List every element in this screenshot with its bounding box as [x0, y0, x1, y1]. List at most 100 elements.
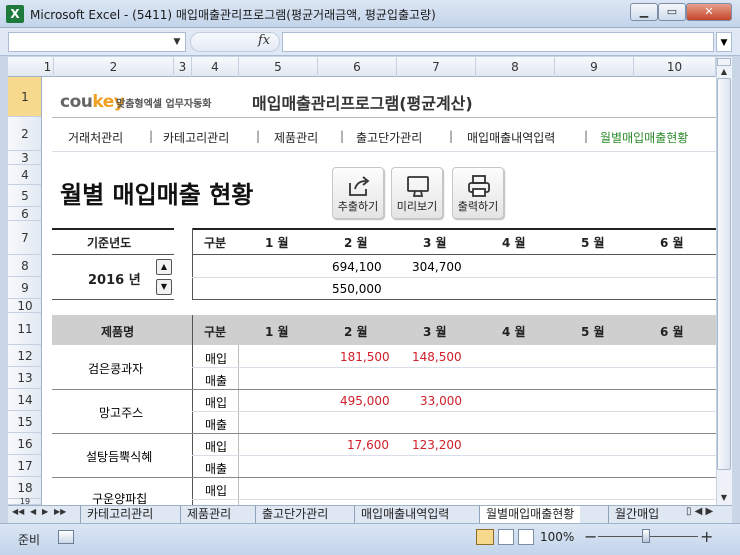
column-header[interactable]: 3	[174, 57, 192, 77]
row-header[interactable]: 5	[8, 185, 41, 207]
sheet-tab[interactable]: 월간매입	[608, 506, 697, 523]
first-sheet-icon[interactable]: ◀◀	[12, 507, 24, 516]
close-button[interactable]: ✕	[686, 3, 732, 21]
row-header[interactable]: 7	[8, 221, 41, 255]
row-header[interactable]: 8	[8, 255, 41, 277]
row-header[interactable]: 16	[8, 433, 41, 455]
product-name[interactable]: 설탕듬뿍식혜	[86, 448, 152, 465]
buy-value[interactable]: 123,200	[412, 438, 462, 452]
column-header[interactable]: 5	[239, 57, 318, 77]
status-ready: 준비	[18, 533, 41, 547]
vertical-scroll-thumb[interactable]	[717, 78, 731, 470]
scroll-up-arrow-icon[interactable]: ▲	[717, 66, 731, 78]
last-sheet-icon[interactable]: ▶▶	[54, 507, 66, 516]
column-header[interactable]: 1	[42, 57, 54, 77]
minimize-button[interactable]: ▁	[630, 3, 658, 21]
expand-formula-bar-button[interactable]: ▼	[716, 32, 732, 52]
buy-value[interactable]: 17,600	[347, 438, 389, 452]
summary-value[interactable]: 304,700	[412, 260, 462, 274]
column-header[interactable]: 8	[476, 57, 555, 77]
row-header[interactable]: 18	[8, 477, 41, 499]
zoom-slider-thumb[interactable]	[642, 529, 650, 543]
export-button-label: 추출하기	[337, 200, 379, 213]
column-header[interactable]: 9	[555, 57, 634, 77]
zoom-in-button[interactable]: +	[700, 527, 713, 546]
summary-value[interactable]: 694,100	[332, 260, 382, 274]
sheet-tab[interactable]: 제품관리	[180, 506, 237, 523]
page-break-view-icon[interactable]	[518, 529, 534, 545]
row-header[interactable]: 3	[8, 151, 41, 165]
row-header[interactable]: 14	[8, 389, 41, 411]
year-up-spinner[interactable]: ▲	[156, 259, 172, 275]
column-header[interactable]: 6	[318, 57, 397, 77]
sheet-tab[interactable]: 매입매출내역입력	[354, 506, 455, 523]
excel-app-icon[interactable]: X	[6, 5, 24, 23]
row-header[interactable]: 2	[8, 117, 41, 151]
sell-label: 매출	[205, 418, 228, 432]
zoom-level[interactable]: 100%	[540, 530, 574, 544]
sheet-tab[interactable]: 출고단가관리	[255, 506, 334, 523]
column-header[interactable]: 2	[54, 57, 174, 77]
print-button[interactable]: 출력하기	[452, 167, 504, 219]
sell-label: 매출	[205, 462, 228, 476]
row-header[interactable]: 1	[8, 77, 41, 117]
nav-link-transaction-entry[interactable]: 매입매출내역입력	[467, 129, 555, 146]
preview-button-label: 미리보기	[396, 200, 438, 213]
summary-value[interactable]: 550,000	[332, 282, 382, 296]
product-name[interactable]: 구운양파칩	[92, 490, 147, 505]
nav-link-clients[interactable]: 거래처관리	[68, 129, 123, 146]
formula-input[interactable]	[282, 32, 714, 52]
tab-scroll-handle[interactable]: ▯ ◀ ▶	[686, 506, 713, 517]
row-header[interactable]: 9	[8, 277, 41, 299]
split-box[interactable]	[717, 58, 731, 66]
nav-link-unit-price[interactable]: 출고단가관리	[356, 129, 422, 146]
nav-link-products[interactable]: 제품관리	[274, 129, 318, 146]
insert-function-icon[interactable]: fx	[258, 33, 270, 48]
page-layout-view-icon[interactable]	[498, 529, 514, 545]
column-header[interactable]: 7	[397, 57, 476, 77]
detail-month-header: 4 월	[502, 325, 526, 339]
product-name[interactable]: 망고주스	[99, 404, 143, 421]
prev-sheet-icon[interactable]: ◀	[30, 507, 36, 516]
row-header[interactable]: 17	[8, 455, 41, 477]
buy-value[interactable]: 148,500	[412, 350, 462, 364]
name-box[interactable]	[8, 32, 186, 52]
buy-value[interactable]: 495,000	[340, 394, 390, 408]
program-title: 매입매출관리프로그램(평균계산)	[252, 94, 473, 113]
product-name[interactable]: 검은콩과자	[88, 360, 143, 377]
buy-value[interactable]: 33,000	[420, 394, 462, 408]
next-sheet-icon[interactable]: ▶	[42, 507, 48, 516]
row-header[interactable]: 13	[8, 367, 41, 389]
chevron-down-icon[interactable]: ▼	[170, 32, 184, 52]
buy-label: 매입	[205, 352, 228, 366]
year-down-spinner[interactable]: ▼	[156, 279, 172, 295]
macro-record-icon[interactable]	[58, 530, 74, 544]
detail-gubun-header: 구분	[204, 325, 227, 339]
column-header[interactable]: 10	[634, 57, 716, 77]
row-header[interactable]: 6	[8, 207, 41, 221]
export-button[interactable]: 추출하기	[332, 167, 384, 219]
detail-month-header: 3 월	[423, 325, 447, 339]
row-header[interactable]: 15	[8, 411, 41, 433]
row-header[interactable]: 10	[8, 299, 41, 313]
base-year-value[interactable]: 2016 년	[88, 269, 141, 288]
nav-link-categories[interactable]: 카테고리관리	[163, 129, 229, 146]
worksheet-grid[interactable]: coukey 맞춤형엑셀 업무자동화 매입매출관리프로그램(평균계산) 거래처관…	[42, 77, 716, 505]
row-header[interactable]: 4	[8, 165, 41, 185]
preview-button[interactable]: 미리보기	[391, 167, 443, 219]
zoom-out-button[interactable]: −	[584, 527, 597, 546]
sheet-tab[interactable]: 카테고리관리	[80, 506, 159, 523]
sheet-tab-bar: ◀◀ ◀ ▶ ▶▶ 카테고리관리 제품관리 출고단가관리 매입매출내역입력 월별…	[8, 505, 732, 523]
summary-month-header: 6 월	[660, 236, 684, 250]
normal-view-icon[interactable]	[476, 529, 494, 545]
buy-value[interactable]: 181,500	[340, 350, 390, 364]
title-bar: X Microsoft Excel - (5411) 매입매출관리프로그램(평균…	[0, 0, 740, 28]
maximize-button[interactable]: ▭	[658, 3, 686, 21]
column-header[interactable]: 4	[192, 57, 239, 77]
sell-label: 매출	[205, 374, 228, 388]
row-header[interactable]: 11	[8, 313, 41, 345]
scroll-down-arrow-icon[interactable]: ▼	[717, 492, 731, 504]
nav-link-monthly-status[interactable]: 월별매입매출현황	[600, 129, 688, 146]
sheet-tab-active[interactable]: 월별매입매출현황	[479, 506, 581, 523]
row-header[interactable]: 12	[8, 345, 41, 367]
